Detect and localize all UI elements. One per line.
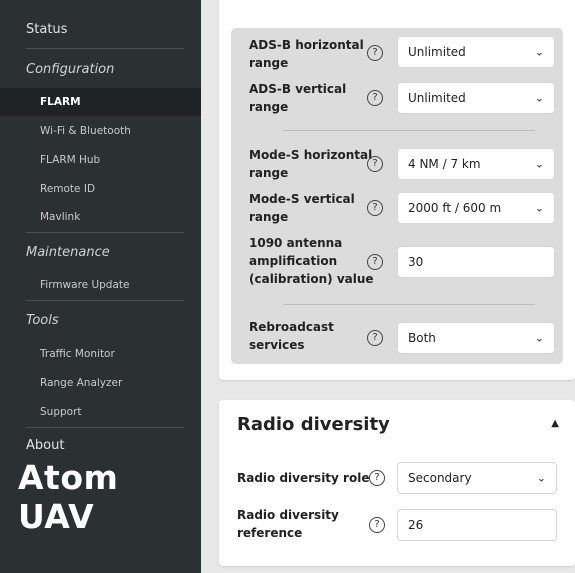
chevron-down-icon: ⌄	[534, 91, 544, 105]
main-content: ADS-B horizontal range ? Unlimited ⌄ ADS-B…	[201, 0, 575, 573]
help-icon[interactable]: ?	[367, 45, 383, 61]
help-icon[interactable]: ?	[367, 330, 383, 346]
rebroadcast-services-select[interactable]: Both ⌄	[397, 322, 555, 354]
collapse-icon[interactable]: ▲	[551, 418, 559, 429]
rebroadcast-services-label: Rebroadcast services	[249, 320, 334, 352]
chevron-down-icon: ⌄	[536, 471, 546, 485]
nav-remote-id[interactable]: Remote ID	[40, 183, 95, 195]
nav-flarm[interactable]: FLARM	[0, 88, 201, 116]
divider	[26, 427, 184, 428]
nav-maintenance-heading: Maintenance	[26, 245, 110, 260]
help-icon[interactable]: ?	[367, 200, 383, 216]
nav-traffic-monitor[interactable]: Traffic Monitor	[40, 348, 115, 360]
divider	[283, 130, 535, 131]
nav-flarm-hub[interactable]: FLARM Hub	[40, 154, 100, 166]
nav-support[interactable]: Support	[40, 406, 82, 418]
modes-vertical-select[interactable]: 2000 ft / 600 m ⌄	[397, 192, 555, 224]
chevron-down-icon: ⌄	[534, 45, 544, 59]
radio-diversity-reference-input[interactable]: 26	[397, 509, 557, 541]
help-icon[interactable]: ?	[367, 156, 383, 172]
radio-diversity-card: Radio diversity ▲ Radio diversity role ?…	[219, 400, 575, 566]
adsb-vertical-select[interactable]: Unlimited ⌄	[397, 82, 555, 114]
brand-logo: Atom UAV	[18, 458, 119, 536]
radio-diversity-reference-label: Radio diversity reference	[237, 508, 339, 540]
antenna-amplification-label: 1090 antenna amplification (calibration) v…	[249, 236, 374, 286]
chevron-down-icon: ⌄	[534, 157, 544, 171]
nav-status[interactable]: Status	[26, 22, 67, 37]
radio-diversity-title: Radio diversity	[237, 414, 390, 435]
modes-horizontal-select[interactable]: 4 NM / 7 km ⌄	[397, 148, 555, 180]
nav-tools-heading: Tools	[26, 313, 59, 328]
nav-mavlink[interactable]: Mavlink	[40, 211, 80, 223]
chevron-down-icon: ⌄	[534, 331, 544, 345]
help-icon[interactable]: ?	[369, 517, 385, 533]
range-settings-group: ADS-B horizontal range ? Unlimited ⌄ ADS-B…	[231, 28, 563, 364]
radio-diversity-role-label: Radio diversity role	[237, 471, 370, 485]
modes-horizontal-label: Mode-S horizontal range	[249, 148, 373, 180]
nav-configuration-heading: Configuration	[26, 62, 115, 77]
adsb-horizontal-label: ADS-B horizontal range	[249, 38, 364, 70]
nav-range-analyzer[interactable]: Range Analyzer	[40, 377, 122, 389]
divider	[283, 304, 535, 305]
radio-diversity-role-select[interactable]: Secondary ⌄	[397, 462, 557, 494]
adsb-vertical-label: ADS-B vertical range	[249, 82, 347, 114]
help-icon[interactable]: ?	[369, 470, 385, 486]
adsb-horizontal-select[interactable]: Unlimited ⌄	[397, 36, 555, 68]
antenna-amplification-input[interactable]: 30	[397, 246, 555, 278]
modes-vertical-label: Mode-S vertical range	[249, 192, 355, 224]
range-settings-card: ADS-B horizontal range ? Unlimited ⌄ ADS-B…	[219, 0, 575, 380]
divider	[26, 300, 184, 301]
nav-firmware-update[interactable]: Firmware Update	[40, 279, 130, 291]
sidebar-nav: Status Configuration FLARM Wi-Fi & Bluet…	[0, 0, 201, 573]
nav-wifi-bluetooth[interactable]: Wi-Fi & Bluetooth	[40, 125, 131, 137]
divider	[26, 232, 184, 233]
help-icon[interactable]: ?	[367, 254, 383, 270]
chevron-down-icon: ⌄	[534, 201, 544, 215]
nav-flarm-label: FLARM	[40, 96, 81, 108]
nav-about[interactable]: About	[26, 438, 64, 453]
help-icon[interactable]: ?	[367, 90, 383, 106]
divider	[26, 48, 184, 49]
